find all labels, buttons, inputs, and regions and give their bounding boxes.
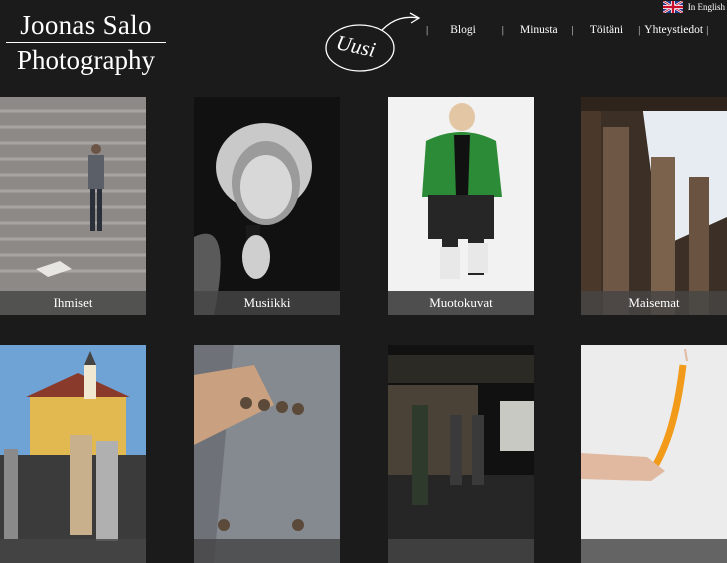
nav-item-yhteystiedot[interactable]: Yhteystiedot <box>644 24 703 36</box>
tile-caption <box>581 539 727 563</box>
photo-man-green-jacket <box>388 97 534 315</box>
photo-town-square-people <box>0 345 146 563</box>
language-switch[interactable]: In English <box>662 0 727 13</box>
language-label: In English <box>687 1 725 12</box>
nav-separator: | <box>706 24 709 36</box>
nav-separator: | <box>571 24 574 36</box>
nav-item-toitani[interactable]: Töitäni <box>590 24 623 36</box>
photo-temple-columns <box>581 97 727 315</box>
gallery-grid: Ihmiset Musiikki Muotokuvat Maisemat <box>0 97 727 563</box>
photo-singer-microphone <box>194 97 340 315</box>
nav-separator: | <box>501 24 504 36</box>
new-badge-link[interactable]: Uusi <box>322 12 422 76</box>
tile-caption: Muotokuvat <box>388 291 534 315</box>
photo-man-on-stairs <box>0 97 146 315</box>
nav-separator: | <box>638 24 641 36</box>
gallery-tile-row2-4[interactable] <box>581 345 727 563</box>
gallery-tile-row2-2[interactable] <box>194 345 340 563</box>
main-nav: | Blogi | Minusta | Töitäni | Yhteystied… <box>426 24 727 36</box>
tile-caption <box>194 539 340 563</box>
tile-caption: Ihmiset <box>0 291 146 315</box>
photo-night-street <box>388 345 534 563</box>
logo-subtitle: Photography <box>17 45 155 75</box>
photo-hand-orange-ribbon <box>581 345 727 563</box>
logo-divider <box>6 42 166 43</box>
nav-item-blogi[interactable]: Blogi <box>450 24 476 36</box>
gallery-tile-maisemat[interactable]: Maisemat <box>581 97 727 315</box>
tile-caption: Musiikki <box>194 291 340 315</box>
site-logo[interactable]: Joonas Salo Photography <box>6 10 166 75</box>
gallery-tile-row2-1[interactable] <box>0 345 146 563</box>
tile-caption <box>0 539 146 563</box>
gallery-tile-ihmiset[interactable]: Ihmiset <box>0 97 146 315</box>
uk-flag-icon <box>662 0 683 13</box>
gallery-tile-row2-3[interactable] <box>388 345 534 563</box>
logo-title: Joonas Salo <box>20 10 152 40</box>
gallery-tile-musiikki[interactable]: Musiikki <box>194 97 340 315</box>
photo-sleeve-buttons <box>194 345 340 563</box>
tile-caption <box>388 539 534 563</box>
nav-item-minusta[interactable]: Minusta <box>520 24 558 36</box>
nav-separator: | <box>426 24 429 36</box>
tile-caption: Maisemat <box>581 291 727 315</box>
gallery-tile-muotokuvat[interactable]: Muotokuvat <box>388 97 534 315</box>
